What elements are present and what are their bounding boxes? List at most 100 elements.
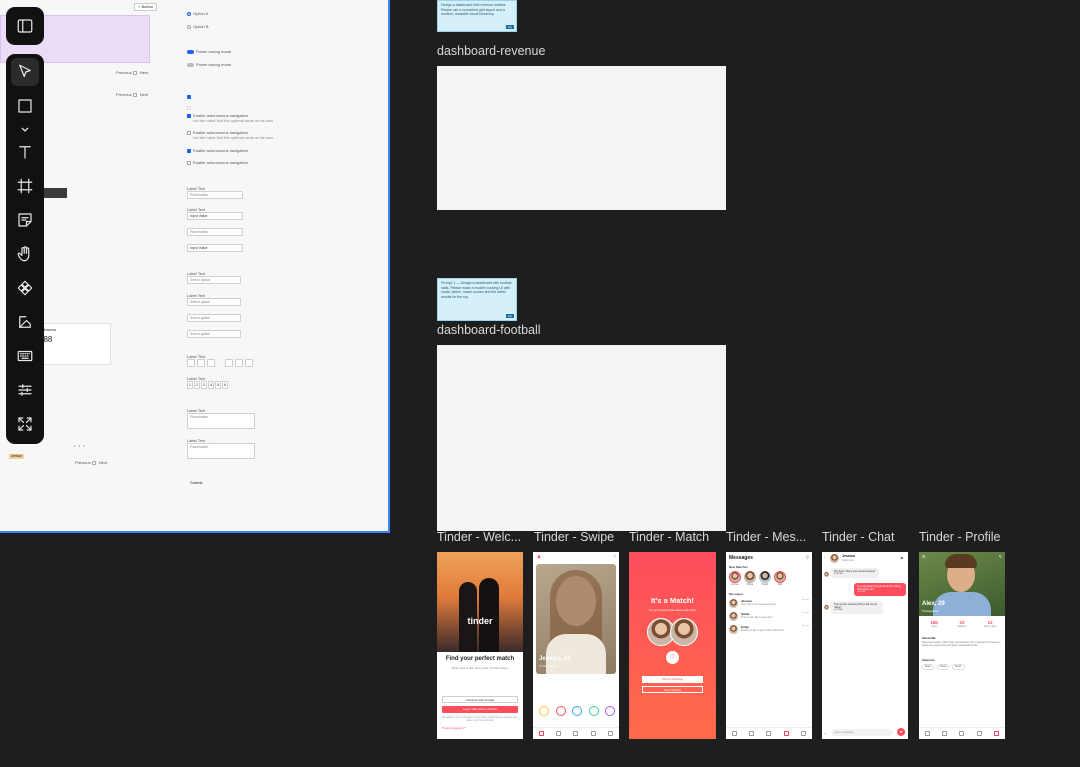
add-button[interactable]: + Button: [134, 3, 158, 11]
text-input[interactable]: Placeholder: [187, 191, 243, 199]
text-input[interactable]: Placeholder: [187, 228, 243, 236]
date-segment[interactable]: [245, 359, 253, 367]
match-item[interactable]: Mia: [774, 571, 786, 586]
google-button[interactable]: Continue with Google: [442, 696, 518, 703]
nav-home-icon[interactable]: [732, 731, 738, 736]
frame-label-tinder-profile[interactable]: Tinder - Profile: [919, 530, 1009, 544]
otp-digit[interactable]: 3: [201, 381, 207, 389]
message-thread[interactable]: Sarah That sounds like a great plan! 1h ag…: [729, 612, 809, 621]
component-tool-button[interactable]: [11, 274, 39, 302]
date-segment[interactable]: [197, 359, 205, 367]
pager-prev[interactable]: Previous: [75, 460, 91, 465]
prompt-card-revenue[interactable]: Design a dashboard with revenue metrics.…: [437, 0, 517, 32]
toggle-sidebar-button[interactable]: [6, 7, 44, 45]
tinder-welcome-screen[interactable]: tinder Find your perfect match Swipe rig…: [437, 552, 523, 739]
nav-likes-icon[interactable]: [766, 731, 772, 736]
match-item[interactable]: Olivia: [744, 571, 756, 586]
date-segment[interactable]: [207, 359, 215, 367]
interest-chip[interactable]: Sport: [922, 664, 934, 670]
pager-page[interactable]: [132, 92, 137, 97]
move-tool-button[interactable]: [11, 58, 39, 86]
frame-label-tinder-swipe[interactable]: Tinder - Swipe: [534, 530, 622, 544]
tinder-match-screen[interactable]: It's a Match! You and Jessica have liked…: [629, 552, 716, 739]
nav-home-icon[interactable]: [539, 731, 545, 736]
otp-digit[interactable]: 6: [222, 381, 228, 389]
rectangle-tool-button[interactable]: [11, 92, 39, 120]
prompt-go-button[interactable]: Go: [505, 314, 514, 318]
pager-prev[interactable]: Previous: [116, 70, 132, 75]
frame-label-tinder-match[interactable]: Tinder - Match: [629, 530, 719, 544]
adjustments-tool-button[interactable]: [11, 376, 39, 404]
checkbox-autonav-3[interactable]: Enable autonomous navigation: [187, 148, 248, 153]
textarea-input[interactable]: Placeholder: [187, 443, 255, 459]
tinder-profile-screen[interactable]: ⚙ ✎ Alex, 29 Photographer 186 Likes 23 Matc…: [919, 552, 1005, 739]
message-thread[interactable]: Emily Would you like to grab coffee somet…: [729, 625, 809, 634]
checkbox-autonav-4[interactable]: Enable autonomous navigation: [187, 160, 248, 165]
tinder-messages-screen[interactable]: Messages ⚲ New Matches Emma Olivia Sarah…: [726, 552, 812, 739]
nav-explore-icon[interactable]: [556, 731, 562, 736]
text-input[interactable]: Input Value: [187, 244, 243, 252]
nav-profile-icon[interactable]: [993, 731, 999, 736]
send-message-button[interactable]: Send a Message: [642, 676, 703, 683]
otp-digit[interactable]: 2: [194, 381, 200, 389]
tinder-chat-screen[interactable]: ‹ Jessica Active now ▶ Hey there! How's …: [822, 552, 908, 739]
small-button[interactable]: Submit: [187, 480, 205, 486]
nav-explore-icon[interactable]: [749, 731, 755, 736]
nav-home-icon[interactable]: [925, 731, 931, 736]
boost-button[interactable]: [605, 706, 615, 716]
pager-next[interactable]: Next: [99, 460, 107, 465]
textarea-input[interactable]: Placeholder: [187, 413, 255, 429]
rewind-button[interactable]: [539, 706, 549, 716]
match-item[interactable]: Emma: [729, 571, 741, 586]
chevron-down-icon[interactable]: [20, 121, 30, 132]
chat-icon[interactable]: □: [613, 554, 616, 560]
frame-label-tinder-chat[interactable]: Tinder - Chat: [822, 530, 912, 544]
frame-label-football[interactable]: dashboard-football: [437, 323, 541, 337]
pager-page[interactable]: [91, 460, 96, 465]
superlike-button[interactable]: [572, 706, 582, 716]
checkbox-autonav-1[interactable]: Enable autonomous navigation Let the robo…: [187, 113, 273, 123]
date-segment[interactable]: [187, 359, 195, 367]
frame-dashboard-football[interactable]: [437, 345, 726, 531]
nope-button[interactable]: [555, 706, 566, 716]
dots-pagination[interactable]: • • •: [74, 443, 85, 448]
sticky-note-tool-button[interactable]: [11, 206, 39, 234]
pager-prev[interactable]: Previous: [116, 92, 132, 97]
pager-next[interactable]: Next: [140, 70, 148, 75]
shapes-tool-button[interactable]: [11, 308, 39, 336]
back-icon[interactable]: ‹: [824, 555, 825, 560]
pager-next[interactable]: Next: [140, 92, 148, 97]
chat-input[interactable]: Type a message...: [831, 729, 893, 736]
frame-dashboard-revenue[interactable]: [437, 66, 726, 210]
trouble-link[interactable]: Trouble logging in?: [442, 726, 466, 730]
nav-explore-icon[interactable]: [942, 731, 948, 736]
date-segment[interactable]: [225, 359, 233, 367]
keyboard-tool-button[interactable]: [11, 342, 39, 370]
flame-icon[interactable]: ▲: [536, 554, 542, 560]
video-icon[interactable]: ▶: [901, 555, 904, 560]
emoji-icon[interactable]: +: [824, 731, 826, 736]
settings-icon[interactable]: ⚙: [922, 554, 926, 559]
nav-profile-icon[interactable]: [800, 731, 806, 736]
nav-chat-icon[interactable]: [783, 731, 789, 736]
frame-label-revenue[interactable]: dashboard-revenue: [437, 44, 545, 58]
prompt-card-football[interactable]: Prompt 1 — Design a dashboard with footb…: [437, 278, 517, 321]
edit-icon[interactable]: ✎: [999, 554, 1002, 559]
phone-login-button[interactable]: Log in with phone number: [442, 706, 518, 713]
search-icon[interactable]: ⚲: [805, 555, 809, 561]
otp-digit[interactable]: 4: [208, 381, 214, 389]
nav-likes-icon[interactable]: [959, 731, 965, 736]
date-segment[interactable]: [235, 359, 243, 367]
select-input[interactable]: Select option: [187, 314, 241, 322]
checkbox-standalone-off[interactable]: [187, 105, 191, 110]
pager-page[interactable]: [132, 70, 137, 75]
match-item[interactable]: Sarah: [759, 571, 771, 586]
tinder-swipe-screen[interactable]: ▲ □ Jessica, 24 5 miles away: [533, 552, 619, 739]
text-tool-button[interactable]: [11, 138, 39, 166]
radio-option-a[interactable]: Option A: [187, 11, 208, 16]
component-artboard[interactable]: + Button Previous Next Previous Next Opt…: [0, 0, 390, 533]
prompt-go-button[interactable]: Go: [505, 25, 514, 29]
send-icon[interactable]: ➤: [897, 728, 905, 736]
interest-chip[interactable]: Music: [952, 664, 965, 670]
fullscreen-tool-button[interactable]: [11, 410, 39, 438]
